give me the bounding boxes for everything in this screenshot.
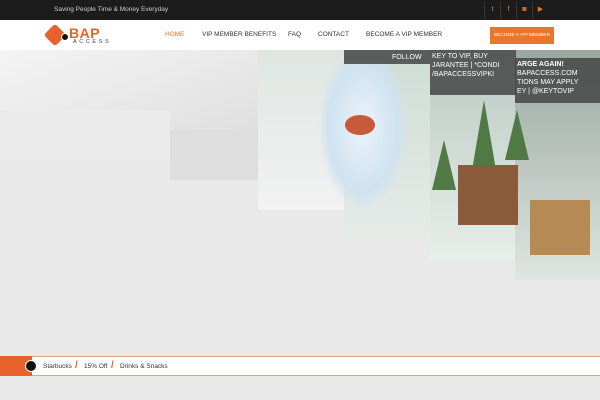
nav-vip-benefits[interactable]: VIP MEMBER BENEFITS <box>202 31 276 38</box>
yeti-illustration <box>318 60 408 210</box>
facebook-icon[interactable]: f <box>500 2 516 18</box>
social-links: t f ◙ ▶ <box>484 2 548 18</box>
top-bar: Saving People Time & Money Everyday t f … <box>0 0 600 20</box>
ticker-item[interactable]: 15% Off <box>84 363 107 370</box>
logo-dot <box>61 33 69 41</box>
hero-overlay-text: FOLLOW <box>344 50 430 64</box>
deal-ticker: Starbucks / 15% Off / Drinks & Snacks <box>0 356 600 376</box>
tree-illustration <box>432 140 456 190</box>
hero-overlay-text: @KEYTOVIP <box>531 88 574 95</box>
hero-overlay-text: ARGE AGAIN! <box>517 61 564 68</box>
nav-faq[interactable]: FAQ <box>288 31 301 38</box>
nav-home[interactable]: HOME <box>165 31 185 38</box>
header: BAP ACCESS HOME VIP MEMBER BENEFITS FAQ … <box>0 20 600 50</box>
logo-subtext: ACCESS <box>73 39 112 45</box>
logo[interactable]: BAP ACCESS <box>43 23 115 47</box>
hero-overlay-block: ARGE AGAIN! BAPACCESS.COM TIONS MAY APPL… <box>515 58 600 103</box>
hero-overlay-text: KEY TO VIP, BUY <box>432 53 488 60</box>
instagram-icon[interactable]: ◙ <box>516 2 532 18</box>
youtube-icon[interactable]: ▶ <box>532 2 548 18</box>
house-illustration <box>458 165 518 225</box>
hero-overlay-text: BAPACCESS.COM <box>517 70 578 77</box>
house-illustration <box>530 200 590 255</box>
separator: / <box>75 360 78 371</box>
hero-overlay-text: JARANTEE | *CONDI <box>432 62 500 69</box>
hero-tile <box>0 110 170 160</box>
yeti-mouth <box>345 115 375 135</box>
hero-tile <box>170 130 260 180</box>
ticker-item[interactable]: Starbucks <box>43 363 72 370</box>
hero-overlay-text: TIONS MAY APPLY <box>517 79 579 86</box>
tree-illustration <box>472 100 496 170</box>
tagline: Saving People Time & Money Everyday <box>54 6 169 13</box>
hero-overlay-text: /BAPACCESSVIPKI <box>432 71 495 78</box>
key-dot <box>25 360 37 372</box>
tree-illustration <box>505 110 529 160</box>
nav-become-vip[interactable]: BECOME A VIP MEMBER <box>366 31 442 38</box>
become-vip-button[interactable]: BECOME A VIP MEMBER <box>490 27 554 44</box>
hero-overlay-text: EY | <box>517 88 530 95</box>
nav-contact[interactable]: CONTACT <box>318 31 349 38</box>
hero-slider: FOLLOW KEY TO VIP, BUY JARANTEE | *CONDI… <box>0 50 600 350</box>
hero-overlay-block: KEY TO VIP, BUY JARANTEE | *CONDI /BAPAC… <box>430 50 516 95</box>
separator: / <box>111 360 114 371</box>
ticker-item[interactable]: Drinks & Snacks <box>120 363 168 370</box>
twitter-icon[interactable]: t <box>484 2 500 18</box>
